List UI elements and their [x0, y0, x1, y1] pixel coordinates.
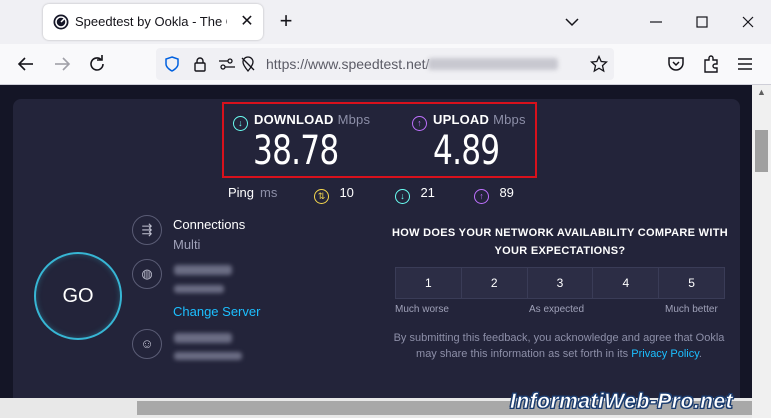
server-name-redacted: [174, 333, 232, 343]
url-text: https://www.speedtest.net/: [266, 56, 430, 72]
ping-download-value: 21: [420, 185, 435, 200]
bookmark-star-icon[interactable]: [590, 55, 608, 73]
navigation-toolbar: https://www.speedtest.net/: [0, 44, 771, 85]
close-tab-icon[interactable]: ✕: [237, 12, 257, 32]
hamburger-menu-icon[interactable]: [733, 52, 757, 76]
connections-icon: ⇶: [132, 215, 162, 245]
scale-high-label: Much better: [665, 304, 718, 315]
reload-icon[interactable]: [85, 52, 109, 76]
scale-mid-label: As expected: [529, 304, 585, 315]
close-window-icon[interactable]: [738, 12, 758, 32]
upload-unit: Mbps: [493, 112, 526, 127]
rating-option-4[interactable]: 4: [593, 268, 660, 298]
rating-option-5[interactable]: 5: [659, 268, 724, 298]
upload-value: 4.89: [433, 128, 500, 174]
privacy-policy-link[interactable]: Privacy Policy: [631, 348, 699, 360]
location-blocked-icon[interactable]: [240, 56, 256, 72]
watermark-logo: InformatiWeb-Pro.net: [510, 390, 734, 414]
latency-upload-icon: ↑: [474, 189, 489, 204]
rating-option-3[interactable]: 3: [527, 268, 594, 298]
ping-upload-value: 89: [499, 185, 514, 200]
tracking-protection-shield-icon[interactable]: [164, 56, 180, 72]
ping-idle-value: 10: [339, 185, 354, 200]
rating-option-1[interactable]: 1: [396, 268, 462, 298]
survey-question: HOW DOES YOUR NETWORK AVAILABILITY COMPA…: [392, 227, 728, 257]
upload-arrow-icon: ↑: [412, 116, 427, 131]
download-label: DOWNLOAD: [254, 112, 334, 127]
scroll-up-arrow-icon[interactable]: ▲: [756, 87, 767, 98]
vertical-scroll-thumb[interactable]: [755, 130, 768, 172]
server-location-redacted: [174, 352, 242, 360]
survey-disclaimer: By submitting this feedback, you acknowl…: [393, 330, 725, 362]
isp-ip-redacted: [174, 285, 224, 293]
latency-idle-icon: ⇅: [314, 189, 329, 204]
back-arrow-icon[interactable]: [14, 52, 38, 76]
ping-unit: ms: [260, 185, 278, 200]
survey-rating-scale: 1 2 3 4 5: [395, 267, 725, 299]
globe-icon: ◍: [132, 259, 162, 289]
download-arrow-icon: ↓: [233, 116, 248, 131]
download-value: 38.78: [253, 128, 339, 174]
lock-icon[interactable]: [192, 56, 208, 72]
isp-name-redacted: [174, 265, 232, 275]
ping-download: ↓ 21: [395, 184, 435, 204]
disclaimer-period: .: [698, 348, 702, 360]
ping-label: Ping: [228, 185, 255, 200]
download-unit: Mbps: [337, 112, 371, 127]
browser-tab-bar: Speedtest by Ookla - The Global Broadban…: [0, 0, 771, 44]
user-icon: ☺: [132, 329, 162, 359]
upload-label: UPLOAD: [433, 112, 490, 127]
change-server-link[interactable]: Change Server: [173, 304, 260, 319]
forward-arrow-icon[interactable]: [50, 52, 74, 76]
minimize-icon[interactable]: [646, 12, 666, 32]
permissions-icon[interactable]: [218, 56, 236, 72]
maximize-icon[interactable]: [692, 12, 712, 32]
rating-option-2[interactable]: 2: [461, 268, 528, 298]
tab-title: Speedtest by Ookla - The Global Broadban…: [75, 14, 227, 29]
extensions-puzzle-icon[interactable]: [699, 52, 723, 76]
connections-title: Connections: [173, 217, 246, 232]
ping-upload: ↑ 89: [474, 184, 514, 204]
go-button[interactable]: GO: [34, 252, 122, 340]
ping-idle: ⇅ 10: [314, 184, 354, 204]
connections-value: Multi: [173, 237, 201, 252]
pocket-icon[interactable]: [664, 52, 688, 76]
latency-download-icon: ↓: [395, 189, 410, 204]
ping-label-group: Ping ms: [228, 185, 277, 200]
address-bar[interactable]: https://www.speedtest.net/: [156, 48, 614, 80]
url-path-redacted: [428, 58, 558, 70]
list-all-tabs-chevron-icon[interactable]: [562, 12, 582, 32]
scale-low-label: Much worse: [395, 304, 449, 315]
vertical-scrollbar[interactable]: ▲: [752, 85, 771, 418]
browser-tab[interactable]: Speedtest by Ookla - The Global Broadban…: [43, 4, 263, 40]
speedtest-favicon-icon: [53, 14, 69, 30]
new-tab-icon[interactable]: +: [276, 10, 296, 34]
